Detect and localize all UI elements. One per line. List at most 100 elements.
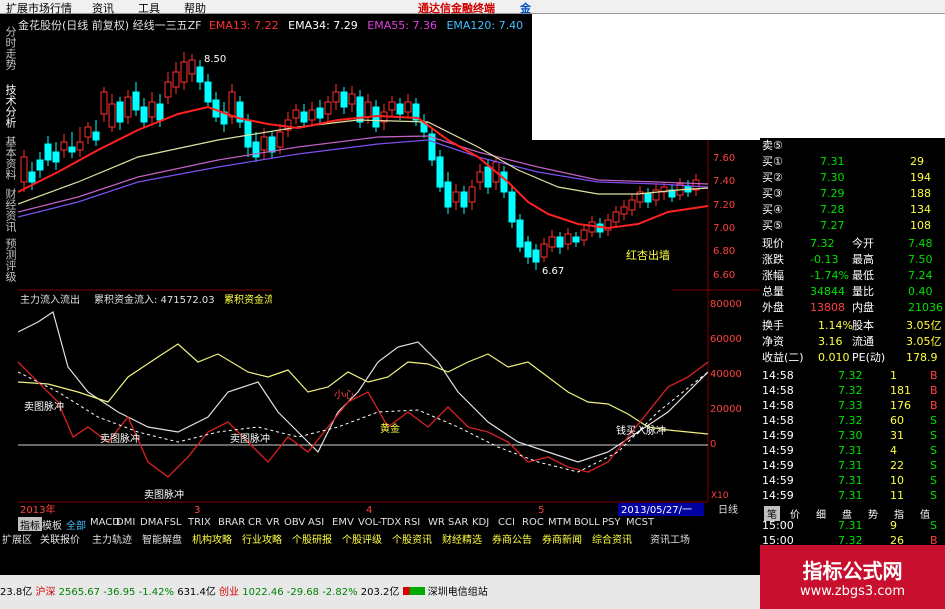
menu-news[interactable]: 资讯 — [92, 0, 114, 16]
indicator-tab[interactable]: EMV — [332, 517, 354, 528]
candle-body — [156, 103, 164, 121]
function-tab[interactable]: 扩展区 — [2, 531, 32, 546]
indicator-tab[interactable]: 模板 — [42, 517, 62, 532]
quote-tab[interactable]: 笔 — [764, 506, 780, 521]
menu-market[interactable]: 扩展市场行情 — [6, 0, 72, 16]
quote-row: 涨幅 -1.74% 最低 7.24 — [760, 268, 945, 284]
candle-body — [500, 171, 508, 193]
stock-title: 金花股份(日线 前复权) 经线一三五ZF — [18, 19, 202, 32]
quote-tab[interactable]: 价 — [790, 506, 800, 521]
indicator-tab[interactable]: VOL-TDX — [358, 517, 401, 528]
function-tab[interactable]: 行业攻略 — [242, 531, 282, 546]
indicator-tab[interactable]: KDJ — [472, 517, 489, 528]
function-tab[interactable]: 券商新闻 — [542, 531, 582, 546]
menu-help[interactable]: 帮助 — [184, 0, 206, 16]
tick-volume: 31 — [890, 429, 904, 442]
quote-row: 15:00 7.31 9 S — [760, 518, 945, 534]
candle-body — [196, 66, 204, 83]
candle-body — [316, 107, 324, 119]
indicator-tab[interactable]: BRAR — [218, 517, 245, 528]
quote-row: 买⑤ 7.27 108 — [760, 218, 945, 234]
side-tab-rating[interactable]: 预测评级 — [2, 238, 17, 282]
indicator-tab[interactable]: DMI — [116, 517, 135, 528]
indicator-tab[interactable]: BOLL — [574, 517, 600, 528]
sell-pulse-label-1: 卖图脉冲 — [24, 400, 64, 413]
function-tab[interactable]: 主力轨迹 — [92, 531, 132, 546]
quote-row: 收益(二) 0.010 PE(动) 178.9 — [760, 350, 945, 366]
function-tab[interactable]: 机构攻略 — [192, 531, 232, 546]
function-tab[interactable]: 智能解盘 — [142, 531, 182, 546]
candle-body — [564, 233, 572, 245]
candle-body — [612, 211, 620, 223]
tick-direction: B — [930, 384, 938, 397]
candle-body — [228, 91, 236, 118]
status-turnover: 23.8亿 — [0, 587, 33, 598]
quote-row: 14:58 7.32 60 S — [760, 413, 945, 429]
side-tab-technical[interactable]: 技术分析 — [2, 84, 17, 128]
indicator-tab[interactable]: ASI — [308, 517, 324, 528]
bid-label: 买② — [762, 171, 783, 184]
tick-volume: 60 — [890, 414, 904, 427]
fin-value: 0.010 — [818, 351, 850, 364]
quote-row: 买③ 7.29 188 — [760, 186, 945, 202]
indicator-tab[interactable]: SAR — [448, 517, 468, 528]
fin-label: 流通 — [852, 335, 874, 348]
stat-label: 现价 — [762, 237, 784, 250]
candle-body — [116, 101, 124, 123]
status-server[interactable]: 深圳电信组站 — [428, 587, 488, 598]
bid-price: 7.28 — [820, 203, 845, 216]
function-tab[interactable]: 个股评级 — [342, 531, 382, 546]
function-tab[interactable]: 个股资讯 — [392, 531, 432, 546]
fin-label: 净资 — [762, 335, 784, 348]
status-gem-pct: -2.82% — [322, 587, 358, 598]
indicator-tab[interactable]: TRIX — [188, 517, 211, 528]
sell-pulse-label-2: 卖图脉冲 — [100, 432, 140, 445]
indicator-tab[interactable]: MTM — [548, 517, 571, 528]
watermark-url: www.zbgs3.com — [799, 584, 906, 599]
indicator-tab[interactable]: 全部 — [66, 517, 86, 532]
bid-label: 卖⑤ — [762, 139, 783, 152]
indicator-tab[interactable]: MCST — [626, 517, 654, 528]
indicator-tab[interactable]: OBV — [284, 517, 305, 528]
function-tab[interactable]: 综合资讯 — [592, 531, 632, 546]
quote-tab[interactable]: 值 — [920, 506, 930, 521]
side-tab-intraday[interactable]: 分时走势 — [2, 26, 17, 70]
side-tab-fundamentals[interactable]: 基本资料 — [2, 136, 17, 180]
svg-text:20000: 20000 — [710, 404, 742, 415]
indicator-tab[interactable]: CR — [248, 517, 262, 528]
menu-tools[interactable]: 工具 — [138, 0, 160, 16]
indicator-tab[interactable]: CCI — [498, 517, 515, 528]
app-brand: 通达信金融终端 — [418, 2, 495, 15]
tick-price: 7.32 — [838, 384, 863, 397]
function-tab[interactable]: 个股研报 — [292, 531, 332, 546]
sell-pulse-label-4: 卖图脉冲 — [230, 432, 270, 445]
function-tab[interactable]: 财经精选 — [442, 531, 482, 546]
candle-body — [36, 159, 44, 171]
indicator-tab[interactable]: 指标 — [18, 517, 42, 532]
tick-price: 7.33 — [838, 399, 863, 412]
indicator-tab[interactable]: WR — [428, 517, 445, 528]
indicator-tab[interactable]: FSL — [164, 517, 182, 528]
bid-price: 7.29 — [820, 187, 845, 200]
indicator-tab[interactable]: DMA — [140, 517, 163, 528]
stat-value: 0.40 — [908, 285, 933, 298]
fin-value: 3.05亿 — [906, 319, 942, 332]
bid-price: 7.30 — [820, 171, 845, 184]
function-tab[interactable]: 资讯工场 — [650, 531, 690, 546]
indicator-tab[interactable]: RSI — [404, 517, 420, 528]
quote-tab[interactable]: 盘 — [842, 506, 852, 521]
candle-body — [580, 229, 588, 241]
candle-body — [452, 191, 460, 203]
quote-tab[interactable]: 细 — [816, 506, 826, 521]
quote-tab[interactable]: 指 — [894, 506, 904, 521]
indicator-tab[interactable]: PSY — [602, 517, 621, 528]
period-label[interactable]: 日线 — [718, 503, 738, 516]
function-tab[interactable]: 关联报价 — [40, 531, 80, 546]
quote-row: 卖⑤ — [760, 138, 945, 154]
candle-body — [60, 141, 68, 151]
function-tab[interactable]: 券商公告 — [492, 531, 532, 546]
indicator-tab[interactable]: VR — [266, 517, 280, 528]
side-tab-finance-news[interactable]: 财经资讯 — [2, 188, 17, 232]
quote-tab[interactable]: 势 — [868, 506, 878, 521]
indicator-tab[interactable]: ROC — [522, 517, 544, 528]
